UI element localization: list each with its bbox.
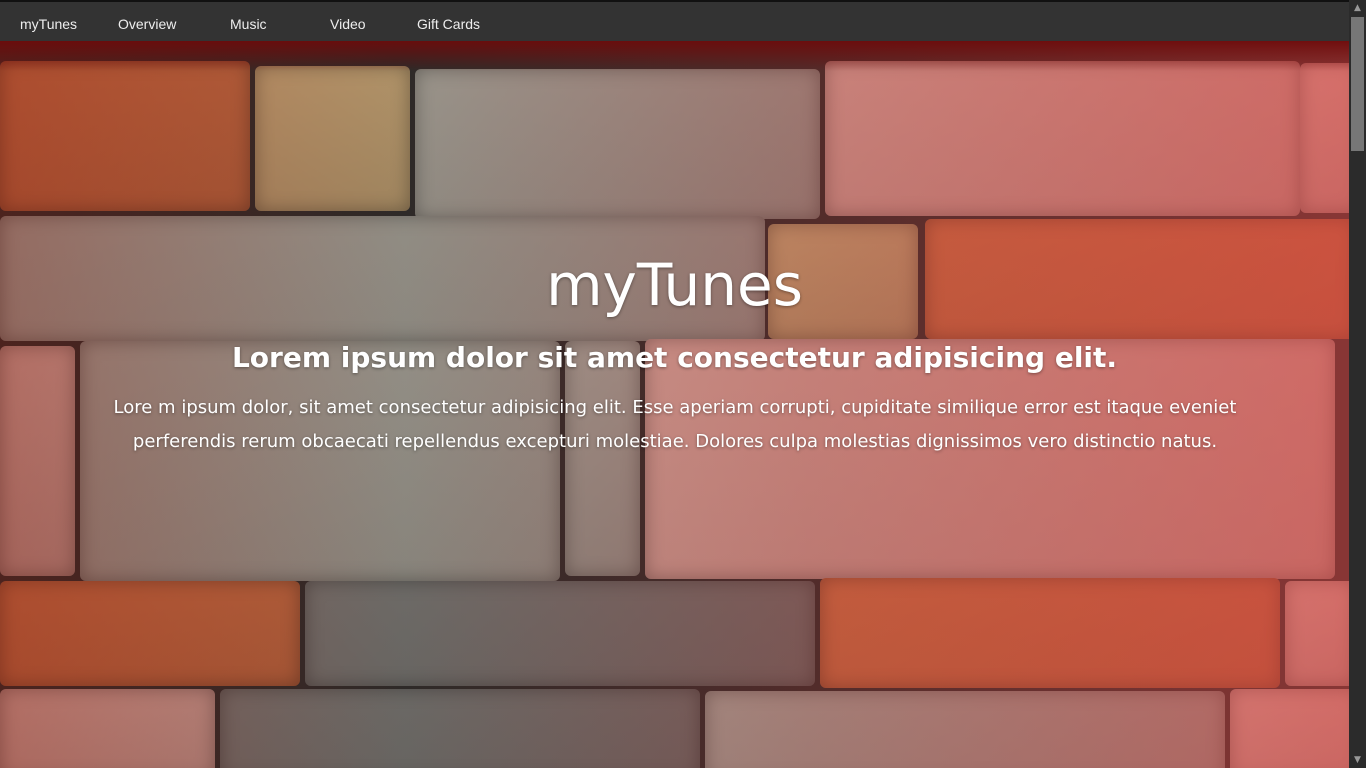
hero-body: Lore m ipsum dolor, sit amet consectetur… bbox=[113, 397, 1237, 452]
scroll-up-icon[interactable]: ▲ bbox=[1349, 0, 1366, 16]
nav-overview[interactable]: Overview bbox=[118, 16, 176, 32]
top-shade bbox=[0, 41, 1349, 71]
top-nav: myTunes Overview Music Video Gift Cards bbox=[0, 0, 1349, 41]
scroll-down-icon[interactable]: ▼ bbox=[1349, 752, 1366, 768]
nav-gift-cards[interactable]: Gift Cards bbox=[417, 16, 480, 32]
nav-brand[interactable]: myTunes bbox=[20, 16, 77, 32]
hero-title: myTunes bbox=[546, 251, 803, 319]
scrollbar-thumb[interactable] bbox=[1351, 17, 1364, 151]
scrollbar[interactable]: ▲ ▼ bbox=[1349, 0, 1366, 768]
hero-section: myTunes Lorem ipsum dolor sit amet conse… bbox=[0, 41, 1349, 768]
nav-video[interactable]: Video bbox=[330, 16, 366, 32]
hero-subtitle: Lorem ipsum dolor sit amet consectetur a… bbox=[231, 341, 1118, 374]
nav-music[interactable]: Music bbox=[230, 16, 267, 32]
